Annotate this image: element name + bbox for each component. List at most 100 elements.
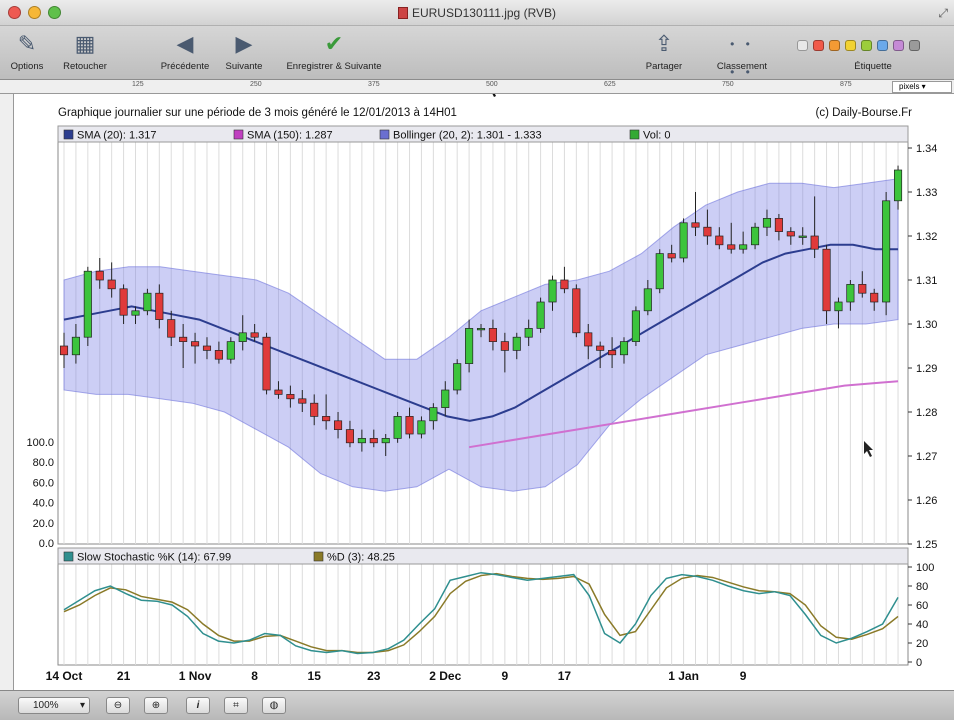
candle [107, 279, 116, 290]
candle [405, 416, 414, 435]
volume-tick-label: 40.0 [33, 498, 54, 510]
y-tick-label: 1.25 [916, 539, 937, 551]
stochastic-panel [57, 547, 909, 666]
candle [274, 389, 283, 395]
candle [798, 235, 807, 238]
checkmark-arrow-icon: ✔ [324, 31, 344, 56]
info-icon: i [196, 700, 200, 711]
x-tick-label: 2 Dec [429, 669, 461, 683]
suivante-button[interactable]: ▶ Suivante [220, 30, 268, 72]
candle [548, 279, 557, 303]
title-bar: EURUSD130111.jpg (RVB) ⤢ [0, 0, 954, 26]
candle [584, 332, 593, 347]
vertical-ruler [0, 94, 14, 690]
partager-button[interactable]: ⇪ Partager [640, 30, 688, 72]
ruler-mark-label: 625 [604, 81, 616, 88]
zoom-select[interactable]: 100% ▾ [18, 697, 90, 714]
classement-control[interactable]: • • • • •Classement [704, 30, 780, 107]
stochastic-tick-label: 100 [916, 562, 934, 574]
share-icon: ⇪ [654, 31, 674, 56]
stochastic-tick-label: 20 [916, 638, 928, 650]
precedente-button[interactable]: ◀ Précédente [154, 30, 216, 72]
status-bar: 100% ▾ ⊖ ⊕ i ⌗ ◍ [0, 690, 954, 720]
x-tick-label: 15 [308, 669, 322, 683]
x-tick-label: 17 [558, 669, 572, 683]
label-color-swatch[interactable] [909, 40, 920, 51]
y-tick-label: 1.26 [916, 495, 937, 507]
cursor-icon [488, 94, 496, 97]
candle [882, 200, 891, 303]
arrow-left-icon: ◀ [176, 31, 194, 56]
candle [703, 226, 712, 237]
candle [345, 429, 355, 444]
x-tick-label: 23 [367, 669, 381, 683]
ruler-unit-select[interactable]: pixels ▾ [892, 81, 952, 93]
candle [322, 416, 331, 422]
chart-source: (c) Daily-Bourse.Fr [816, 107, 913, 119]
candle [679, 222, 688, 259]
candle [488, 328, 497, 342]
retoucher-button[interactable]: ▦ Retoucher [56, 30, 114, 72]
crop-button[interactable]: ⌗ [224, 697, 248, 714]
label-color-swatch[interactable] [829, 40, 840, 51]
candle [131, 310, 140, 316]
candle [774, 218, 783, 232]
label-color-swatch[interactable] [797, 40, 808, 51]
label-color-swatch[interactable] [877, 40, 888, 51]
enregistrer-suivante-button[interactable]: ✔ Enregistrer & Suivante [274, 30, 394, 72]
etiquette-label: Étiquette [854, 61, 892, 72]
stochastic-tick-label: 60 [916, 600, 928, 612]
legend-swatch [63, 129, 74, 140]
candle [262, 336, 271, 391]
candle [59, 345, 69, 356]
zoom-out-button[interactable]: ⊖ [106, 697, 130, 714]
x-tick-label: 1 Nov [179, 669, 212, 683]
candle [226, 341, 235, 360]
label-color-swatch[interactable] [813, 40, 824, 51]
candle [619, 341, 629, 356]
crop-icon: ⌗ [233, 700, 239, 711]
chevron-down-icon: ▾ [79, 700, 85, 711]
legend-label: Vol: 0 [643, 130, 671, 142]
legend-label: SMA (150): 1.287 [247, 130, 333, 142]
globe-button[interactable]: ◍ [262, 697, 286, 714]
ruler-mark-label: 875 [840, 81, 852, 88]
candle [453, 363, 462, 391]
stochastic-tick-label: 40 [916, 619, 928, 631]
x-tick-label: 9 [502, 669, 509, 683]
globe-icon: ◍ [269, 700, 279, 711]
candle [596, 345, 605, 351]
document-icon [397, 7, 408, 19]
candle [155, 292, 164, 320]
label-color-swatch[interactable] [893, 40, 904, 51]
options-button[interactable]: ✎ Options [6, 30, 48, 72]
candle [393, 416, 402, 439]
candle [608, 350, 617, 356]
legend-swatch [63, 551, 74, 562]
stochastic-k-label: Slow Stochastic %K (14): 67.99 [77, 552, 231, 564]
label-color-swatch[interactable] [845, 40, 856, 51]
candle [143, 292, 152, 312]
candle [357, 438, 366, 444]
label-color-swatch[interactable] [861, 40, 872, 51]
candle [417, 420, 426, 435]
x-tick-label: 9 [740, 669, 747, 683]
candle [691, 222, 700, 228]
stock-chart: Graphique journalier sur une période de … [26, 94, 937, 683]
candle [465, 328, 474, 364]
candle [560, 279, 569, 290]
zoom-in-button[interactable]: ⊕ [144, 697, 168, 714]
fullscreen-icon[interactable]: ⤢ [938, 6, 948, 21]
candle [310, 402, 319, 417]
x-tick-label: 21 [117, 669, 131, 683]
y-tick-label: 1.31 [916, 275, 937, 287]
candle [381, 438, 390, 444]
candle [369, 438, 378, 444]
candle [822, 248, 831, 312]
y-tick-label: 1.28 [916, 407, 937, 419]
y-tick-label: 1.33 [916, 187, 937, 199]
candle [667, 253, 676, 259]
candle [500, 341, 509, 351]
info-button[interactable]: i [186, 697, 210, 714]
candle [762, 218, 772, 228]
